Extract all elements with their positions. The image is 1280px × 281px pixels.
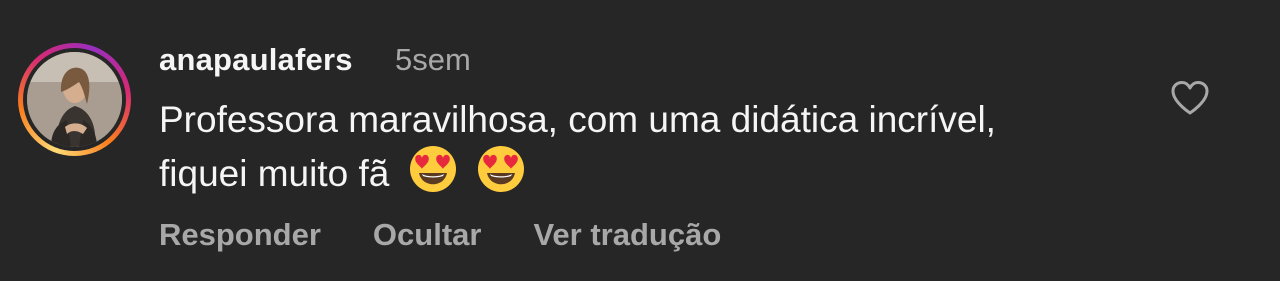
avatar[interactable] bbox=[27, 52, 122, 147]
comment-item: anapaulafers 5sem Professora maravilhosa… bbox=[0, 0, 1280, 281]
heart-eyes-emoji bbox=[476, 144, 526, 206]
timestamp: 5sem bbox=[395, 42, 471, 77]
story-ring[interactable] bbox=[18, 43, 131, 156]
comment-body: Professora maravilhosa, com uma didática… bbox=[159, 96, 1019, 206]
username[interactable]: anapaulafers bbox=[159, 42, 353, 78]
reply-button[interactable]: Responder bbox=[159, 217, 321, 253]
heart-eyes-emoji bbox=[408, 144, 458, 206]
avatar-ring-gap bbox=[23, 48, 126, 151]
see-translation-button[interactable]: Ver tradução bbox=[533, 217, 721, 253]
comment-text: Professora maravilhosa, com uma didática… bbox=[159, 99, 996, 194]
heart-outline-icon[interactable] bbox=[1170, 80, 1210, 116]
avatar-photo bbox=[27, 52, 122, 147]
comment-actions: Responder Ocultar Ver tradução bbox=[159, 217, 721, 253]
hide-button[interactable]: Ocultar bbox=[373, 217, 482, 253]
